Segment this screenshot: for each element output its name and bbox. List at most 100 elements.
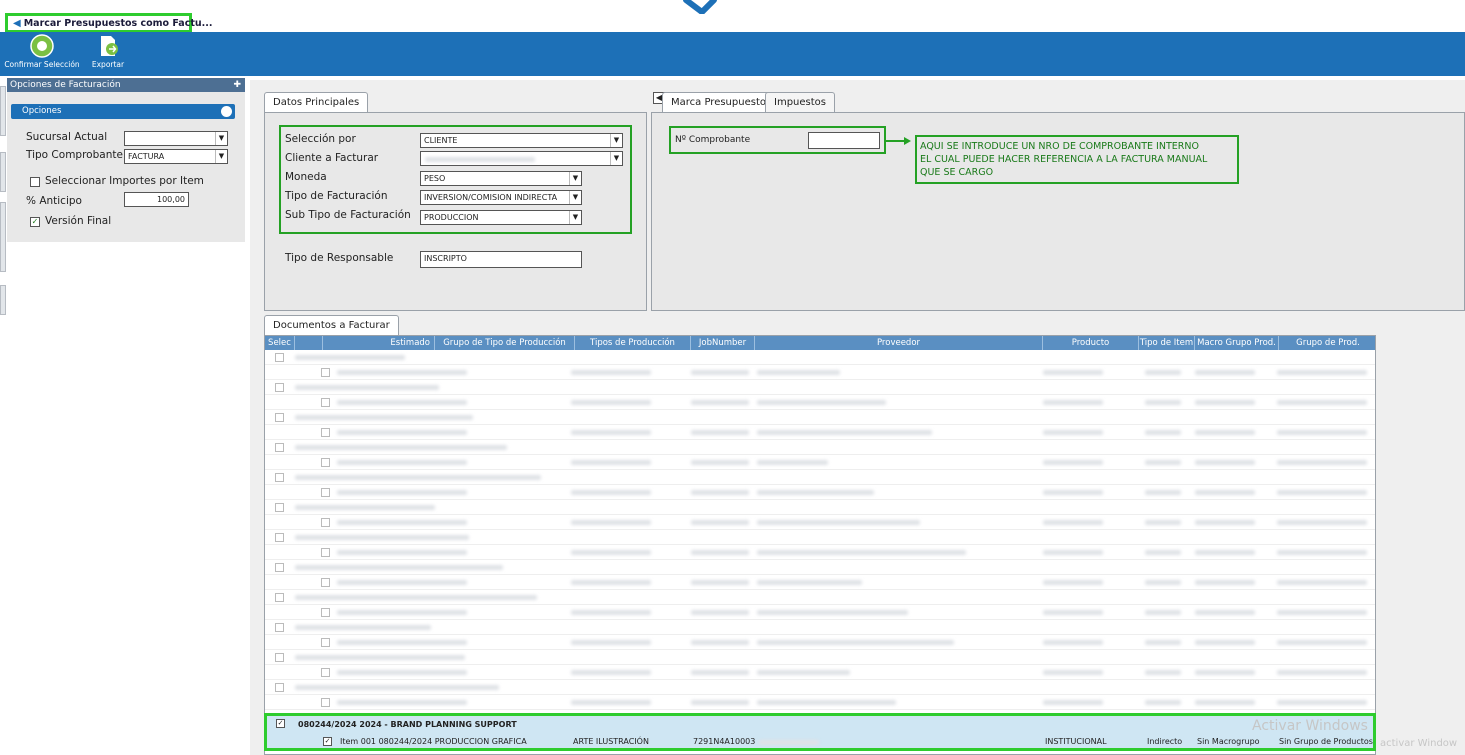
item-row-checkbox[interactable]: ✓ (323, 737, 332, 746)
column-header[interactable]: Macro Grupo Prod. (1195, 336, 1279, 350)
vertical-tab[interactable] (0, 202, 6, 272)
row-checkbox[interactable] (275, 473, 284, 482)
row-checkbox[interactable] (275, 653, 284, 662)
table-row[interactable] (265, 485, 1375, 500)
table-row[interactable] (265, 605, 1375, 620)
cliente-select[interactable]: ▼ (420, 151, 623, 166)
redacted-cell (337, 400, 467, 405)
row-checkbox[interactable] (321, 608, 330, 617)
column-header[interactable]: Grupo de Prod. (1279, 336, 1375, 350)
table-row[interactable] (265, 530, 1375, 545)
anticipo-input[interactable]: 100,00 (124, 192, 189, 207)
row-checkbox[interactable] (321, 518, 330, 527)
group-row-checkbox[interactable]: ✓ (276, 719, 285, 728)
window-tab[interactable]: ◀ Marcar Presupuestos como Factu... (5, 13, 212, 33)
tipo-facturacion-select[interactable]: INVERSION/COMISION INDIRECTA ▼ (420, 190, 582, 205)
options-group-header[interactable]: Opciones (11, 104, 235, 119)
table-row[interactable] (265, 650, 1375, 665)
vertical-tab[interactable] (0, 285, 6, 315)
row-checkbox[interactable] (275, 563, 284, 572)
confirm-selection-button[interactable]: Confirmar Selección (3, 34, 81, 69)
table-row[interactable] (265, 620, 1375, 635)
row-checkbox[interactable] (321, 638, 330, 647)
column-header[interactable]: Tipos de Producción (575, 336, 691, 350)
table-row[interactable] (265, 440, 1375, 455)
row-checkbox[interactable] (321, 668, 330, 677)
row-checkbox[interactable] (275, 683, 284, 692)
row-checkbox[interactable] (275, 533, 284, 542)
subtipo-facturacion-select[interactable]: PRODUCCION ▼ (420, 210, 582, 225)
row-checkbox[interactable] (275, 593, 284, 602)
table-row[interactable] (265, 515, 1375, 530)
dropdown-arrow-icon[interactable]: ▼ (610, 152, 622, 165)
table-row[interactable] (265, 695, 1375, 710)
table-row[interactable] (265, 680, 1375, 695)
column-header[interactable]: Producto (1043, 336, 1139, 350)
redacted-cell (1043, 700, 1103, 705)
dropdown-arrow-icon[interactable]: ▼ (569, 172, 581, 185)
dropdown-arrow-icon[interactable]: ▼ (215, 150, 227, 163)
table-row[interactable] (265, 410, 1375, 425)
row-checkbox[interactable] (321, 578, 330, 587)
column-header[interactable]: Tipo de Item (1139, 336, 1195, 350)
redacted-cell (1195, 640, 1255, 645)
table-row[interactable] (265, 590, 1375, 605)
table-row[interactable] (265, 380, 1375, 395)
tab-marca-presupuestos[interactable]: Marca Presupuestos (662, 92, 781, 112)
column-header[interactable]: Estimado (323, 336, 435, 350)
row-checkbox[interactable] (275, 443, 284, 452)
dropdown-arrow-icon[interactable]: ▼ (610, 134, 622, 147)
redacted-cell (1277, 400, 1367, 405)
table-row[interactable] (265, 665, 1375, 680)
vertical-tab[interactable] (0, 152, 6, 192)
redacted-cell (1277, 640, 1367, 645)
export-button[interactable]: Exportar (86, 34, 130, 69)
collapse-toggle-icon[interactable] (221, 106, 232, 117)
row-checkbox[interactable] (321, 458, 330, 467)
comprobante-input[interactable] (808, 132, 880, 149)
tipo-comprobante-select[interactable]: FACTURA ▼ (124, 149, 228, 164)
row-checkbox[interactable] (321, 698, 330, 707)
moneda-select[interactable]: PESO ▼ (420, 171, 582, 186)
table-row[interactable] (265, 635, 1375, 650)
vertical-tab[interactable] (0, 86, 6, 136)
table-row[interactable] (265, 500, 1375, 515)
pin-icon[interactable]: ✚ (233, 78, 241, 92)
seleccionar-importes-checkbox[interactable] (30, 177, 40, 187)
table-row[interactable] (265, 425, 1375, 440)
redacted-cell (691, 460, 749, 465)
tab-documentos-a-facturar[interactable]: Documentos a Facturar (264, 315, 399, 336)
column-header[interactable]: Selec (265, 336, 295, 350)
row-checkbox[interactable] (275, 413, 284, 422)
table-row[interactable] (265, 395, 1375, 410)
row-checkbox[interactable] (275, 623, 284, 632)
row-checkbox[interactable] (321, 368, 330, 377)
row-checkbox[interactable] (275, 503, 284, 512)
tab-datos-principales[interactable]: Datos Principales (264, 92, 369, 112)
version-final-checkbox[interactable]: ✓ (30, 217, 40, 227)
table-row[interactable] (265, 545, 1375, 560)
redacted-cell (295, 415, 473, 420)
dropdown-arrow-icon[interactable]: ▼ (215, 132, 227, 145)
table-row[interactable] (265, 470, 1375, 485)
row-checkbox[interactable] (321, 488, 330, 497)
dropdown-arrow-icon[interactable]: ▼ (569, 191, 581, 204)
sucursal-select[interactable]: ▼ (124, 131, 228, 146)
row-checkbox[interactable] (321, 398, 330, 407)
seleccion-select[interactable]: CLIENTE ▼ (420, 133, 623, 148)
row-checkbox[interactable] (275, 353, 284, 362)
table-row[interactable] (265, 365, 1375, 380)
table-row[interactable] (265, 575, 1375, 590)
table-row[interactable] (265, 350, 1375, 365)
row-checkbox[interactable] (321, 548, 330, 557)
chevron-down-icon[interactable] (682, 0, 718, 14)
column-header[interactable]: Grupo de Tipo de Producción (435, 336, 575, 350)
dropdown-arrow-icon[interactable]: ▼ (569, 211, 581, 224)
table-row[interactable] (265, 455, 1375, 470)
column-header[interactable]: Proveedor (755, 336, 1043, 350)
column-header[interactable]: JobNumber (691, 336, 755, 350)
table-row[interactable] (265, 560, 1375, 575)
row-checkbox[interactable] (321, 428, 330, 437)
row-checkbox[interactable] (275, 383, 284, 392)
tab-impuestos[interactable]: Impuestos (765, 92, 835, 112)
